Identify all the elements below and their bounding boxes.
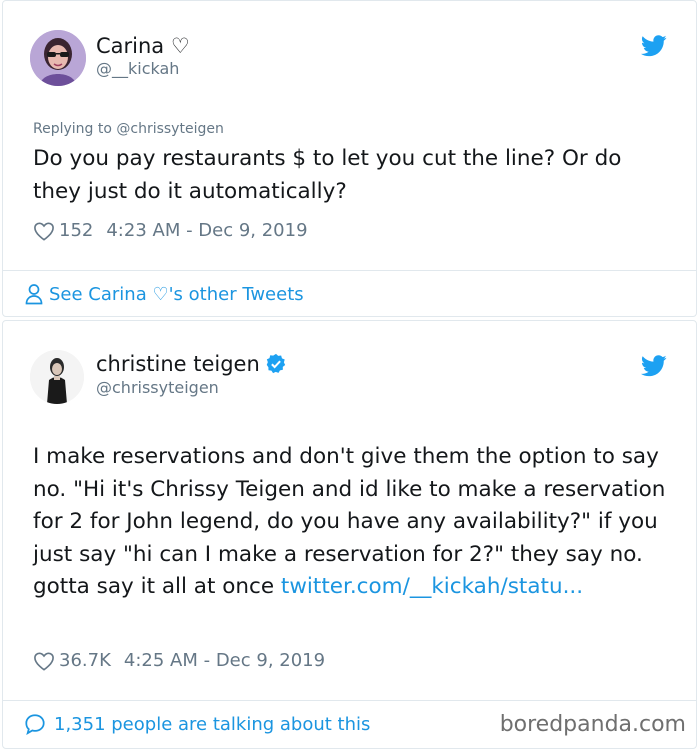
author-handle[interactable]: @__kickah	[96, 59, 179, 78]
tweet-text: I make reservations and don't give them …	[33, 441, 673, 604]
conversation-label: 1,351 people are talking about this	[54, 713, 371, 735]
heart-icon[interactable]	[33, 651, 55, 671]
tweet-timestamp[interactable]: 4:23 AM - Dec 9, 2019	[106, 220, 307, 241]
person-icon	[25, 284, 43, 305]
author-name[interactable]: christine teigen	[96, 352, 260, 376]
verified-badge-icon	[266, 353, 285, 374]
quoted-tweet-link[interactable]: twitter.com/__kickah/statu...	[281, 574, 583, 599]
divider	[2, 700, 697, 701]
author-name-row: christine teigen	[96, 352, 287, 376]
tweet-text: Do you pay restaurants $ to let you cut …	[33, 146, 622, 204]
author-handle[interactable]: @chrissyteigen	[96, 378, 219, 397]
author-name[interactable]: Carina ♡	[96, 34, 190, 58]
twitter-bird-icon[interactable]	[641, 355, 667, 377]
divider	[2, 270, 697, 271]
tweet-timestamp[interactable]: 4:25 AM - Dec 9, 2019	[124, 650, 325, 671]
like-count[interactable]: 152	[59, 220, 93, 241]
boredpanda-watermark: boredpanda.com	[499, 712, 686, 737]
conversation-link[interactable]: 1,351 people are talking about this	[24, 713, 370, 735]
twitter-bird-icon[interactable]	[641, 35, 667, 57]
avatar-teigen[interactable]	[30, 350, 84, 404]
avatar-carina[interactable]	[30, 30, 86, 86]
like-count[interactable]: 36.7K	[59, 650, 111, 671]
see-other-tweets-link[interactable]: See Carina ♡'s other Tweets	[25, 283, 304, 305]
replying-to-label: Replying to @chrissyteigen	[33, 121, 224, 137]
tweet-meta: 152 4:23 AM - Dec 9, 2019	[33, 220, 308, 241]
heart-icon[interactable]	[33, 221, 55, 241]
see-other-tweets-label: See Carina ♡'s other Tweets	[49, 283, 304, 305]
speech-bubble-icon	[25, 714, 45, 735]
tweet-meta: 36.7K 4:25 AM - Dec 9, 2019	[33, 650, 325, 671]
